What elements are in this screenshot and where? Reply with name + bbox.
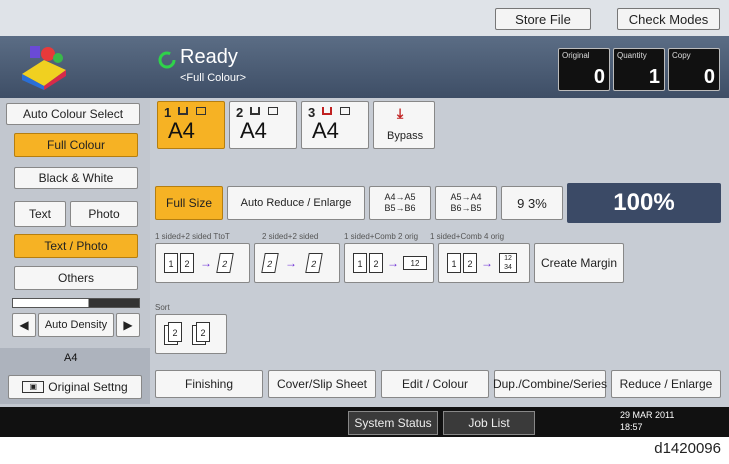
page-icon: 2 [369, 253, 383, 273]
black-white-button[interactable]: Black & White [14, 167, 138, 189]
auto-colour-select-button[interactable]: Auto Colour Select [6, 103, 140, 125]
ratio-93-button[interactable]: 9 3% [501, 186, 563, 220]
page-stack-icon: 2 [168, 322, 182, 342]
duplex-label-3: 1 sided+Comb 2 orig [344, 232, 419, 241]
page-icon: 1 [447, 253, 461, 273]
density-scale [12, 298, 140, 308]
tab-dup-combine-series[interactable]: Dup./Combine/Series [493, 370, 607, 398]
full-size-button[interactable]: Full Size [155, 186, 223, 220]
sort-label: Sort [155, 303, 170, 312]
page-stack-icon: 2 [196, 322, 210, 342]
page-icon: 2 [180, 253, 194, 273]
arrow-icon: → [481, 256, 493, 270]
enlarge-a5-a4-button[interactable]: A5→A4 B6→B5 [435, 186, 497, 220]
enlarge-b6-b5-label: B6→B5 [450, 203, 482, 213]
paper-icon [268, 107, 278, 115]
ready-status-icon [158, 51, 176, 69]
duplex-page-icon: 2 [261, 253, 279, 273]
duplex-page-icon: 2 [216, 253, 234, 273]
zoom-ratio-display: 100% [567, 183, 721, 223]
tab-reduce-enlarge[interactable]: Reduce / Enlarge [611, 370, 721, 398]
reduce-b5-b6-label: B5→B6 [384, 203, 416, 213]
tray-icon [178, 107, 188, 115]
tray-3-button[interactable]: 3 A4 [301, 101, 369, 149]
arrow-icon: → [285, 256, 297, 270]
text-photo-button[interactable]: Text / Photo [14, 234, 138, 258]
tray-warning-icon [322, 107, 332, 115]
job-list-button[interactable]: Job List [443, 411, 535, 435]
create-margin-button[interactable]: Create Margin [534, 243, 624, 283]
original-settings-label: Original Settng [48, 380, 128, 394]
bypass-icon: ⤓ [397, 105, 404, 121]
combined-page-icon: 12 [403, 256, 427, 270]
check-modes-button[interactable]: Check Modes [617, 8, 720, 30]
duplex-label-4: 1 sided+Comb 4 orig [430, 232, 505, 241]
page-icon: 2 [463, 253, 477, 273]
auto-density-button[interactable]: Auto Density [38, 313, 114, 337]
tray-1-button[interactable]: 1 A4 [157, 101, 225, 149]
others-button[interactable]: Others [14, 266, 138, 290]
copy-value: 0 [703, 66, 715, 88]
tab-edit-colour[interactable]: Edit / Colour [381, 370, 489, 398]
arrow-icon: → [200, 256, 212, 270]
copy-label: Copy [672, 51, 691, 60]
combine-2-button[interactable]: 1 2 → 12 [344, 243, 434, 283]
tab-cover-slip-sheet[interactable]: Cover/Slip Sheet [268, 370, 376, 398]
full-colour-button[interactable]: Full Colour [14, 133, 138, 157]
quantity-label: Quantity [617, 51, 647, 60]
duplex-label-1: 1 sided+2 sided TtoT [155, 232, 230, 241]
original-size: A4 [64, 352, 78, 364]
tab-finishing[interactable]: Finishing [155, 370, 263, 398]
duplex-1to2-button[interactable]: 1 2 → 2 [155, 243, 250, 283]
system-status-button[interactable]: System Status [348, 411, 438, 435]
paper-icon [340, 107, 350, 115]
original-settings-icon: ▣ [22, 381, 45, 393]
page-icon: 1 [353, 253, 367, 273]
copy-counter: Copy 0 [668, 48, 720, 91]
store-file-button[interactable]: Store File [495, 8, 591, 30]
tray-icon [250, 107, 260, 115]
tray-1-size: A4 [168, 118, 195, 143]
enlarge-a5-a4-label: A5→A4 [450, 192, 482, 202]
paper-icon [196, 107, 206, 115]
quantity-value: 1 [648, 66, 660, 88]
duplex-label-2: 2 sided+2 sided [262, 232, 319, 241]
time-display: 18:57 [620, 422, 643, 432]
reduce-a4-a5-button[interactable]: A4→A5 B5→B6 [369, 186, 431, 220]
date-display: 29 MAR 2011 [620, 410, 675, 420]
density-decrease-button[interactable]: ◀ [12, 313, 36, 337]
original-label: Original [562, 51, 590, 60]
arrow-icon: → [387, 256, 399, 270]
quantity-counter: Quantity 1 [613, 48, 665, 91]
combined-page-icon: 12 34 [499, 253, 517, 273]
original-value: 0 [593, 66, 605, 88]
sort-button[interactable]: 1 2 1 2 [155, 314, 227, 354]
original-settings-button[interactable]: ▣ Original Settng [8, 375, 142, 399]
figure-caption: d1420096 [654, 440, 721, 457]
photo-button[interactable]: Photo [70, 201, 138, 227]
reduce-a4-a5-label: A4→A5 [384, 192, 416, 202]
status-subtitle: <Full Colour> [180, 72, 247, 84]
bypass-button[interactable]: ⤓ Bypass [373, 101, 435, 149]
copier-logo-icon [22, 46, 66, 90]
duplex-page-icon: 2 [305, 253, 323, 273]
tray-2-button[interactable]: 2 A4 [229, 101, 297, 149]
page-icon: 1 [164, 253, 178, 273]
bypass-label: Bypass [387, 130, 424, 142]
original-counter: Original 0 [558, 48, 610, 91]
combine-4-button[interactable]: 1 2 → 12 34 [438, 243, 530, 283]
auto-reduce-enlarge-button[interactable]: Auto Reduce / Enlarge [227, 186, 365, 220]
density-increase-button[interactable]: ▶ [116, 313, 140, 337]
tray-3-size: A4 [312, 118, 339, 143]
status-title: Ready [180, 46, 238, 68]
tray-2-size: A4 [240, 118, 267, 143]
text-button[interactable]: Text [14, 201, 66, 227]
duplex-2to2-button[interactable]: 2 → 2 [254, 243, 340, 283]
